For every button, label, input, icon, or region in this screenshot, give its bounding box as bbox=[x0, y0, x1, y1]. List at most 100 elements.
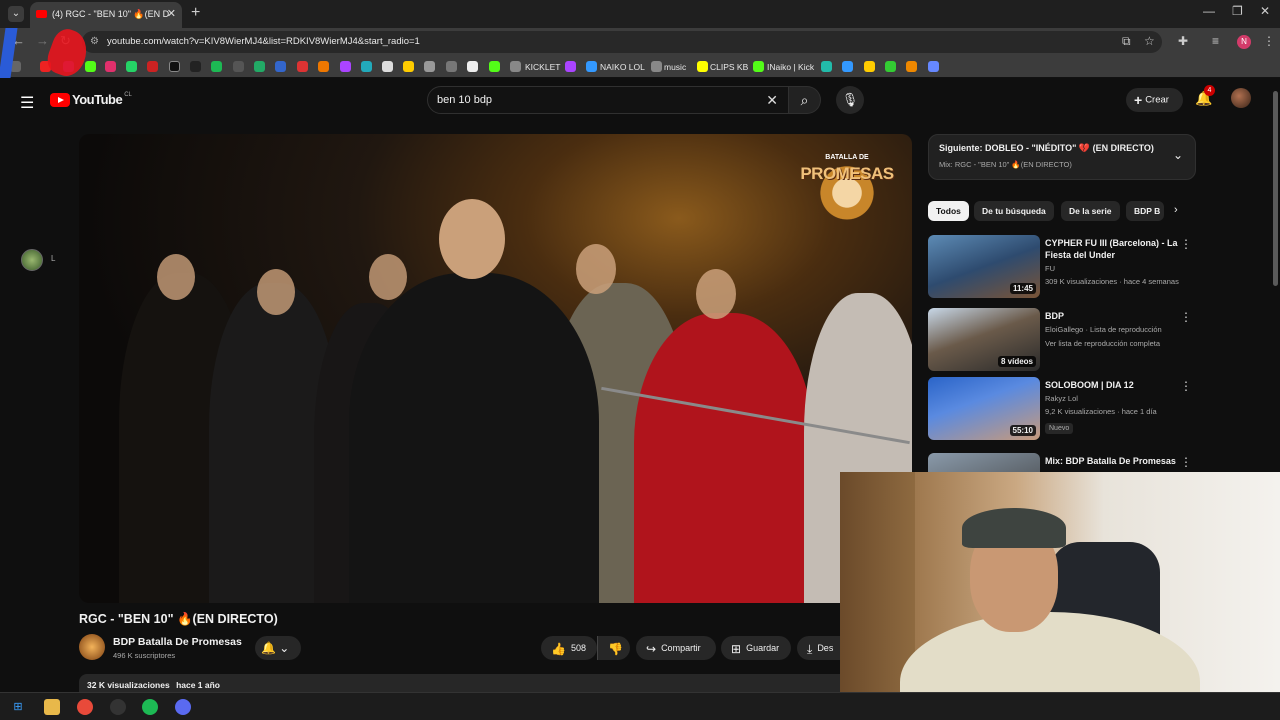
bookmark-icon[interactable] bbox=[382, 61, 393, 72]
chip-bdp[interactable]: BDP B bbox=[1126, 201, 1164, 221]
bookmark-music[interactable]: music bbox=[664, 56, 686, 78]
bookmark-icon[interactable] bbox=[424, 61, 435, 72]
file-explorer-icon[interactable] bbox=[44, 699, 60, 715]
new-tab-button[interactable]: + bbox=[191, 4, 200, 22]
chevron-right-icon[interactable]: › bbox=[1174, 204, 1178, 216]
recommendation-item[interactable]: Mix: BDP Batalla De Promesas ⋮ bbox=[928, 453, 1196, 472]
bookmark-star-icon[interactable]: ☆ bbox=[1144, 34, 1155, 48]
site-info-icon[interactable]: ⚙ bbox=[90, 31, 99, 53]
like-button[interactable]: 👍 508 bbox=[541, 636, 597, 660]
bookmark-icon[interactable] bbox=[928, 61, 939, 72]
spotify-icon[interactable] bbox=[142, 699, 158, 715]
chevron-down-icon[interactable]: ⌄ bbox=[1173, 148, 1183, 162]
youtube-logo[interactable]: YouTube CL bbox=[50, 92, 132, 107]
account-avatar[interactable] bbox=[1231, 88, 1251, 108]
bookmark-icon[interactable] bbox=[147, 61, 158, 72]
bookmark-x-icon[interactable] bbox=[169, 61, 180, 72]
bookmark-icon[interactable] bbox=[340, 61, 351, 72]
window-close-icon[interactable]: ✕ bbox=[1260, 4, 1270, 18]
extensions-icon[interactable]: ✚ bbox=[1178, 34, 1188, 48]
forward-icon[interactable]: → bbox=[36, 33, 49, 48]
bookmark-icon[interactable] bbox=[467, 61, 478, 72]
app-icon[interactable] bbox=[175, 699, 191, 715]
recommendation-channel[interactable]: EloiGallego · Lista de reproducción bbox=[1045, 325, 1162, 334]
search-input[interactable]: ben 10 bdp ✕ bbox=[427, 86, 789, 114]
recommendation-title[interactable]: BDP bbox=[1045, 310, 1180, 322]
bookmark-tiktok-icon[interactable] bbox=[190, 61, 201, 72]
page-scrollbar[interactable] bbox=[1273, 91, 1278, 286]
bookmark-icon[interactable] bbox=[489, 61, 500, 72]
obs-icon[interactable] bbox=[110, 699, 126, 715]
recommendation-item[interactable]: 55:10 SOLOBOOM | DIA 12 Rakyz Lol 9,2 K … bbox=[928, 377, 1196, 443]
tab-search-icon[interactable]: ⌄ bbox=[8, 6, 24, 22]
bookmark-icon[interactable] bbox=[446, 61, 457, 72]
recommendation-meta[interactable]: Ver lista de reproducción completa bbox=[1045, 339, 1160, 348]
dislike-button[interactable]: 👎 bbox=[597, 636, 630, 660]
bookmark-icon[interactable] bbox=[842, 61, 853, 72]
chip-de-tu-busqueda[interactable]: De tu búsqueda bbox=[974, 201, 1054, 221]
bookmark-icon[interactable] bbox=[318, 61, 329, 72]
mix-playlist-panel[interactable]: Siguiente: DOBLEO - "INÉDITO" 💔 (EN DIRE… bbox=[928, 134, 1196, 180]
bookmark-icon[interactable] bbox=[361, 61, 372, 72]
bookmark-icon[interactable] bbox=[275, 61, 286, 72]
chip-de-la-serie[interactable]: De la serie bbox=[1061, 201, 1120, 221]
video-thumbnail[interactable]: 11:45 bbox=[928, 235, 1040, 298]
more-options-icon[interactable]: ⋮ bbox=[1180, 379, 1192, 393]
url-field[interactable]: ⚙ youtube.com/watch?v=KIV8WierMJ4&list=R… bbox=[82, 31, 1162, 53]
install-app-icon[interactable]: ⧉ bbox=[1122, 34, 1131, 49]
mix-thumbnail[interactable] bbox=[928, 453, 1040, 472]
chrome-icon[interactable] bbox=[77, 699, 93, 715]
recommendation-title[interactable]: SOLOBOOM | DIA 12 bbox=[1045, 379, 1180, 391]
voice-search-button[interactable]: 🎙 bbox=[836, 86, 864, 114]
bookmark-kick-icon[interactable] bbox=[85, 61, 96, 72]
recommendation-title[interactable]: CYPHER FU III (Barcelona) - La Fiesta de… bbox=[1045, 237, 1180, 261]
more-options-icon[interactable]: ⋮ bbox=[1180, 310, 1192, 324]
chip-todos[interactable]: Todos bbox=[928, 201, 969, 221]
bookmark-inaiko-kick[interactable]: INaiko | Kick bbox=[767, 56, 814, 78]
bookmark-icon[interactable] bbox=[254, 61, 265, 72]
bookmark-icon[interactable] bbox=[565, 61, 576, 72]
recommendation-item[interactable]: 8 vídeos BDP EloiGallego · Lista de repr… bbox=[928, 308, 1196, 374]
more-options-icon[interactable]: ⋮ bbox=[1180, 237, 1192, 251]
bookmark-icon[interactable] bbox=[864, 61, 875, 72]
tab-close-icon[interactable]: ✕ bbox=[167, 2, 176, 26]
recommendation-channel[interactable]: Rakyz Lol bbox=[1045, 394, 1078, 403]
media-control-icon[interactable]: ≡ bbox=[1212, 34, 1219, 48]
save-button[interactable]: ⊞ Guardar bbox=[721, 636, 791, 660]
search-button[interactable]: ⌕ bbox=[789, 86, 821, 114]
bookmark-clips-kb[interactable]: CLIPS KB bbox=[710, 56, 748, 78]
bookmark-icon[interactable] bbox=[233, 61, 244, 72]
browser-menu-icon[interactable]: ⋮ bbox=[1263, 34, 1275, 48]
notifications-button[interactable]: 🔔 4 bbox=[1195, 85, 1215, 107]
subscription-bell-button[interactable]: 🔔 ⌄ bbox=[255, 636, 301, 660]
bookmark-icon[interactable] bbox=[821, 61, 832, 72]
bookmark-naiko-lol[interactable]: NAIKO LOL bbox=[600, 56, 645, 78]
video-player[interactable]: BATALLA DE PROMESAS bbox=[79, 134, 912, 603]
video-thumbnail[interactable]: 55:10 bbox=[928, 377, 1040, 440]
bookmark-instagram-icon[interactable] bbox=[105, 61, 116, 72]
channel-name[interactable]: BDP Batalla De Promesas bbox=[113, 636, 242, 648]
bookmark-icon[interactable] bbox=[297, 61, 308, 72]
profile-avatar[interactable]: N bbox=[1237, 35, 1251, 49]
bookmark-spotify-icon[interactable] bbox=[211, 61, 222, 72]
description-box[interactable]: 32 K visualizaciones hace 1 año bbox=[79, 674, 859, 694]
bookmark-kicklet[interactable]: KICKLET bbox=[525, 56, 560, 78]
playlist-thumbnail[interactable]: 8 vídeos bbox=[928, 308, 1040, 371]
more-options-icon[interactable]: ⋮ bbox=[1180, 455, 1192, 469]
recommendation-channel[interactable]: FU bbox=[1045, 264, 1055, 273]
share-button[interactable]: ↪ Compartir bbox=[636, 636, 716, 660]
create-button[interactable]: + Crear bbox=[1126, 88, 1183, 112]
bookmark-icon[interactable] bbox=[906, 61, 917, 72]
browser-tab-active[interactable]: (4) RGC - "BEN 10" 🔥(EN D ✕ bbox=[30, 2, 182, 28]
bookmark-icon[interactable] bbox=[885, 61, 896, 72]
bookmark-whatsapp-icon[interactable] bbox=[126, 61, 137, 72]
clear-search-icon[interactable]: ✕ bbox=[766, 87, 778, 113]
minimize-icon[interactable]: — bbox=[1203, 4, 1215, 18]
recommendation-title[interactable]: Mix: BDP Batalla De Promesas bbox=[1045, 455, 1180, 467]
recommendation-item[interactable]: 11:45 CYPHER FU III (Barcelona) - La Fie… bbox=[928, 235, 1196, 301]
menu-icon[interactable]: ☰ bbox=[20, 93, 34, 113]
maximize-icon[interactable]: ❐ bbox=[1232, 4, 1243, 18]
channel-avatar[interactable] bbox=[79, 634, 105, 660]
bookmark-icon[interactable] bbox=[403, 61, 414, 72]
windows-start-icon[interactable]: ⊞ bbox=[10, 699, 26, 715]
